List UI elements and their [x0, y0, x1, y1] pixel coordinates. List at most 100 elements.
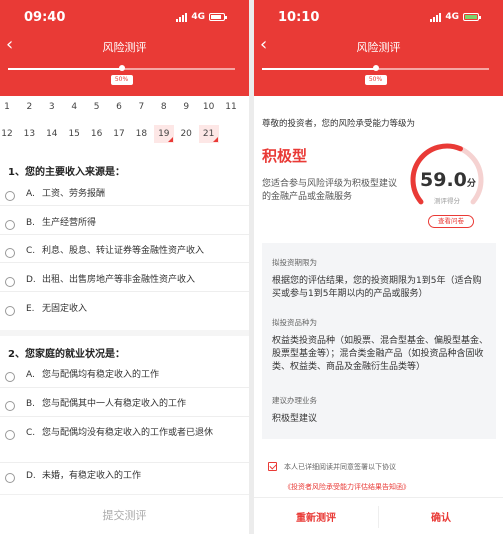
option-letter: B. — [26, 218, 36, 228]
question-number-5[interactable]: 5 — [87, 98, 107, 116]
question-number-15[interactable]: 15 — [64, 125, 84, 143]
question-number-11[interactable]: 11 — [221, 98, 241, 116]
network-type: 4G — [445, 12, 459, 22]
term-value: 根据您的评估结果，您的投资期限为1到5年（适合购买或参与1到5年期以内的产品或服… — [272, 276, 482, 299]
radio-button[interactable] — [5, 401, 15, 411]
review-questionnaire-button[interactable]: 查看问卷 — [428, 215, 474, 228]
option-text: 生产经营所得 — [42, 218, 97, 228]
battery-charging-icon — [463, 13, 481, 21]
option-text: 工资、劳务报酬 — [42, 189, 106, 199]
bottom-action-bar: 重新测评 确认 — [254, 497, 503, 534]
option-text: 利息、股息、转让证券等金融性资产收入 — [42, 246, 205, 256]
question-number-1[interactable]: 1 — [0, 98, 17, 116]
question-number-3[interactable]: 3 — [42, 98, 62, 116]
question-number-2[interactable]: 2 — [19, 98, 39, 116]
option-letter: C. — [26, 428, 36, 438]
radio-button[interactable] — [5, 248, 15, 258]
option-letter: D. — [26, 275, 36, 285]
signal-icon — [430, 12, 442, 22]
status-time: 10:10 — [278, 10, 320, 25]
option-letter: A. — [26, 189, 35, 199]
progress-knob — [372, 65, 379, 71]
nav-bar: ‹ 风险测评 — [0, 34, 249, 60]
network-type: 4G — [191, 12, 205, 22]
question-number-16[interactable]: 16 — [87, 125, 107, 143]
option-text: 无固定收入 — [42, 304, 88, 314]
radio-button[interactable] — [5, 277, 15, 287]
confirm-button[interactable]: 确认 — [379, 509, 503, 524]
page-title: 风险测评 — [356, 41, 401, 54]
question-number-row: 1 2 3 4 5 6 7 8 9 10 11 — [0, 98, 249, 118]
agreement-link[interactable]: 《投资者风险承受能力评估结果告知函》 — [284, 482, 410, 492]
status-bar: 09:40 4G — [0, 0, 249, 34]
question-number-9[interactable]: 9 — [176, 98, 196, 116]
right-screen: 10:10 4G ‹ 风险测评 50% 尊敬的投资者，您的风险承受能力等级为 积… — [254, 0, 503, 534]
radio-button[interactable] — [5, 191, 15, 201]
option-separator — [0, 462, 249, 463]
status-bar: 10:10 4G — [254, 0, 503, 34]
option-letter: D. — [26, 471, 36, 481]
progress-knob — [118, 65, 125, 71]
agreement-checkbox[interactable] — [268, 462, 277, 471]
progress-fill — [8, 68, 122, 70]
question-number-7[interactable]: 7 — [131, 98, 151, 116]
service-label: 建议办理业务 — [272, 396, 317, 405]
progress-label: 50% — [110, 75, 133, 85]
greeting-text: 尊敬的投资者，您的风险承受能力等级为 — [262, 119, 416, 129]
option-letter: C. — [26, 246, 36, 256]
battery-icon — [209, 13, 227, 21]
progress-fill — [262, 68, 376, 70]
status-icons: 4G — [430, 11, 481, 23]
option-letter: E. — [26, 304, 35, 314]
question-title: 1、您的主要收入来源是： — [8, 167, 125, 178]
score-value: 59.0分 — [420, 169, 476, 191]
term-label: 拟投资期限为 — [272, 258, 317, 267]
question-number-19[interactable]: 19 — [153, 125, 174, 143]
submit-button[interactable]: 提交测评 — [0, 494, 249, 534]
question-number-10[interactable]: 10 — [199, 98, 219, 116]
question-number-17[interactable]: 17 — [109, 125, 129, 143]
signal-icon — [176, 12, 188, 22]
question-number-18[interactable]: 18 — [131, 125, 151, 143]
question-number-20[interactable]: 20 — [176, 125, 196, 143]
question-number-12[interactable]: 12 — [0, 125, 17, 143]
progress-bar — [8, 65, 235, 71]
option-text: 您与配偶均有稳定收入的工作 — [42, 370, 160, 380]
score-label: 测评得分 — [434, 197, 460, 205]
header: 10:10 4G ‹ 风险测评 50% — [254, 0, 503, 96]
radio-button[interactable] — [5, 473, 15, 483]
question-number-8[interactable]: 8 — [154, 98, 174, 116]
type-label: 拟投资品种为 — [272, 318, 317, 327]
radio-button[interactable] — [5, 430, 15, 440]
option-separator — [0, 262, 249, 263]
question-title: 2、您家庭的就业状况是： — [8, 349, 125, 360]
option-letter: B. — [26, 399, 36, 409]
radio-button[interactable] — [5, 306, 15, 316]
question-number-14[interactable]: 14 — [42, 125, 62, 143]
option-separator — [0, 416, 249, 417]
service-value: 积极型建议 — [272, 414, 318, 424]
submit-label: 提交测评 — [102, 509, 147, 522]
progress-bar — [262, 65, 489, 71]
agreement-text: 本人已详细阅读并同意签署以下协议 — [284, 463, 396, 471]
question-number-4[interactable]: 4 — [64, 98, 84, 116]
question-number-13[interactable]: 13 — [19, 125, 39, 143]
radio-button[interactable] — [5, 372, 15, 382]
left-screen: 09:40 4G ‹ 风险测评 50% 1 2 3 4 5 6 7 8 9 10 11 12 13 14 1… — [0, 0, 249, 534]
question-number-6[interactable]: 6 — [109, 98, 129, 116]
radio-button[interactable] — [5, 220, 15, 230]
suitability-text: 您适合参与风险评级为积极型建议的金融产品或金融服务 — [262, 179, 398, 202]
option-text: 未婚，有稳定收入的工作 — [42, 471, 142, 481]
result-details-panel: 拟投资期限为 根据您的评估结果，您的投资期限为1到5年（适合购买或参与1到5年期… — [262, 243, 496, 439]
header: 09:40 4G ‹ 风险测评 50% — [0, 0, 249, 96]
retest-button[interactable]: 重新测评 — [254, 509, 378, 524]
status-time: 09:40 — [24, 10, 66, 25]
option-separator — [0, 387, 249, 388]
option-text: 您与配偶均没有稳定收入的工作或者已退休 — [42, 428, 214, 438]
nav-bar: ‹ 风险测评 — [254, 34, 503, 60]
question-number-21[interactable]: 21 — [198, 125, 219, 143]
question-number-row: 12 13 14 15 16 17 18 19 20 21 — [0, 125, 249, 145]
section-divider — [0, 330, 249, 336]
page-title: 风险测评 — [102, 41, 147, 54]
status-icons: 4G — [176, 11, 227, 23]
